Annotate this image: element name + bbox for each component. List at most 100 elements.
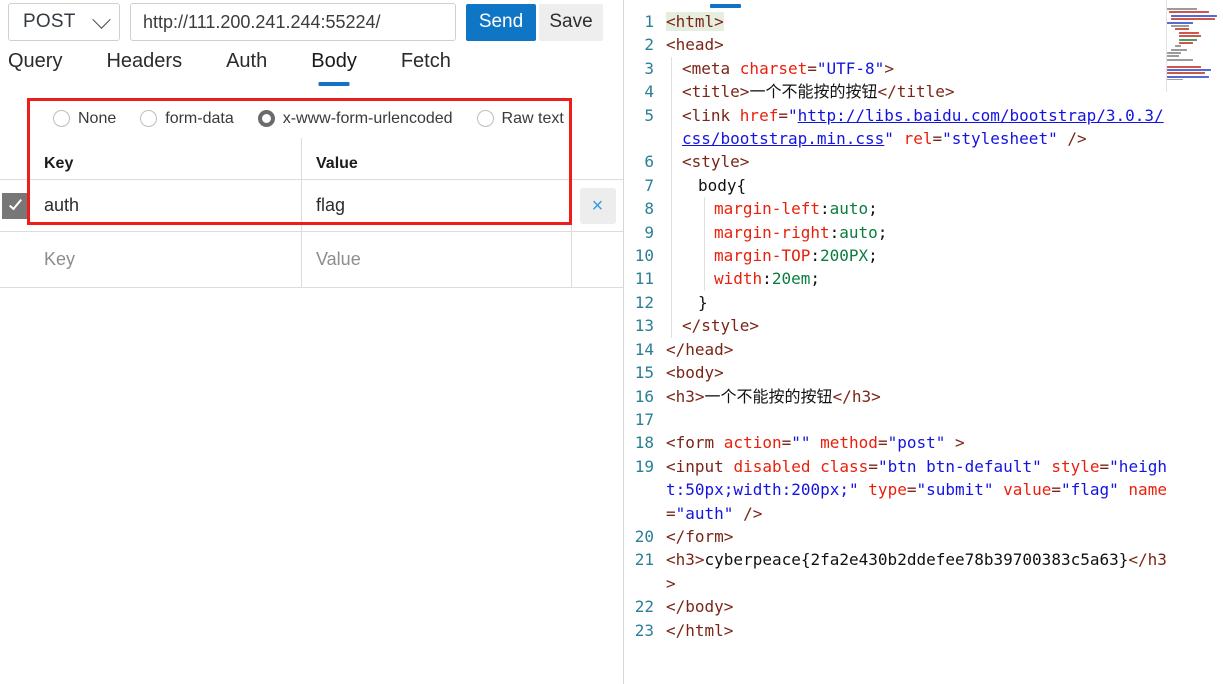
code-token: /> — [733, 503, 763, 523]
code-token: : — [829, 222, 840, 242]
body-type-none[interactable]: None — [53, 110, 116, 128]
body-type-form-data[interactable]: form-data — [140, 110, 234, 128]
code-token: <h3> — [666, 550, 705, 570]
code-token: } — [698, 292, 708, 312]
code-line-text[interactable]: body{ — [666, 173, 1169, 198]
param-value-input[interactable]: flag — [302, 180, 572, 231]
line-number: 8 — [644, 199, 654, 219]
code-token: 200PX — [819, 246, 869, 266]
code-token: : — [819, 199, 830, 219]
code-minimap[interactable] — [1167, 8, 1219, 80]
code-line: 19 <input disabled class="btn btn-default… — [624, 455, 1169, 525]
code-token: method — [820, 433, 878, 453]
line-number: 21 — [634, 550, 654, 570]
line-number: 13 — [634, 316, 654, 336]
code-token: href — [739, 105, 779, 125]
radio-icon — [53, 110, 70, 127]
chevron-down-icon — [92, 9, 111, 29]
tab-auth[interactable]: Auth — [226, 50, 267, 83]
code-line-text[interactable]: margin-TOP:200PX; — [666, 244, 1169, 268]
code-line-text[interactable]: </style> — [666, 314, 1169, 339]
new-param-key-input[interactable]: Key — [30, 232, 302, 287]
body-type-x-www-form-urlencoded[interactable]: x-www-form-urlencoded — [257, 110, 453, 128]
code-token: <html — [666, 12, 715, 31]
code-line: 23 </html> — [624, 619, 1169, 642]
code-line-text[interactable]: <style> — [666, 150, 1169, 175]
code-line-text[interactable]: <form action="" method="post" > — [666, 431, 1169, 454]
code-line-text[interactable]: </body> — [666, 595, 1169, 618]
line-number: 1 — [644, 12, 654, 31]
minimap-line — [1169, 11, 1209, 14]
save-button[interactable]: Save — [539, 3, 603, 41]
code-line: 16 <h3>一个不能按的按钮</h3> — [624, 385, 1169, 408]
code-token: body{ — [698, 175, 747, 195]
code-line-text[interactable]: <h3>一个不能按的按钮</h3> — [666, 385, 1169, 408]
code-line: 14 </head> — [624, 338, 1169, 361]
source-code-listing[interactable]: 1 <html> 2 <head> 3 <meta charset="UTF-8"> 4 <t… — [624, 10, 1169, 642]
line-number: 14 — [634, 339, 654, 359]
code-line-text[interactable]: <h3>cyberpeace{2fa2e430b2ddefee78b397003… — [666, 548, 1169, 595]
code-token: = — [781, 433, 792, 453]
check-icon — [9, 196, 22, 211]
code-line-text[interactable]: </head> — [666, 338, 1169, 361]
tab-headers[interactable]: Headers — [106, 50, 182, 83]
body-type-raw-text[interactable]: Raw text — [476, 109, 564, 128]
code-line-text[interactable]: margin-left:auto; — [666, 197, 1169, 222]
app-root: POST Send Save Query Headers Auth Body F… — [0, 0, 1223, 684]
row-check-cell — [0, 180, 30, 231]
code-line-text[interactable] — [666, 408, 1169, 431]
code-token: </style> — [682, 316, 760, 336]
code-token: rel — [903, 129, 933, 149]
code-token: disabled — [733, 456, 811, 476]
body-type-label: Raw text — [501, 109, 564, 127]
code-line-text[interactable]: <link href="http://libs.baidu.com/bootst… — [666, 103, 1169, 151]
tab-body[interactable]: Body — [311, 50, 357, 83]
param-key-input[interactable]: auth — [30, 180, 302, 231]
code-token: ; — [810, 269, 820, 289]
tab-fetch[interactable]: Fetch — [401, 50, 451, 83]
code-line-text[interactable]: } — [666, 290, 1169, 315]
code-line-text[interactable]: <head> — [666, 33, 1169, 56]
code-token: </form> — [666, 526, 734, 546]
send-button[interactable]: Send — [466, 3, 536, 41]
minimap-line — [1175, 45, 1181, 48]
minimap-line — [1179, 38, 1197, 41]
code-token: "UTF-8" — [816, 58, 885, 78]
minimap-line — [1167, 8, 1197, 10]
new-param-value-input[interactable]: Value — [302, 232, 572, 287]
minimap-line — [1171, 24, 1189, 27]
line-number: 5 — [644, 105, 654, 125]
code-line: 4 <title>一个不能按的按钮</title> — [624, 80, 1169, 105]
delete-row-button[interactable]: × — [579, 187, 616, 224]
code-line-text[interactable]: </html> — [666, 619, 1169, 642]
code-token: <input — [666, 456, 734, 476]
code-token: "submit" — [916, 480, 994, 500]
code-line-text[interactable]: width:20em; — [666, 267, 1169, 292]
tab-query[interactable]: Query — [8, 50, 62, 83]
code-line-text[interactable]: <html> — [666, 10, 1169, 33]
code-token: action — [723, 433, 782, 453]
code-line-text[interactable]: <input disabled class="btn btn-default" … — [666, 455, 1169, 525]
code-token: " — [787, 105, 798, 125]
line-number: 10 — [634, 246, 654, 266]
minimap-line — [1167, 65, 1201, 68]
code-line: 6 <style> — [624, 150, 1169, 175]
url-input[interactable] — [130, 3, 456, 41]
line-number: 7 — [644, 175, 654, 195]
code-token: 一个不能按的按钮 — [704, 386, 833, 406]
code-token: > — [945, 433, 965, 453]
http-method-select[interactable]: POST — [8, 3, 120, 41]
code-line-text[interactable]: <body> — [666, 361, 1169, 384]
line-number: 17 — [634, 409, 654, 429]
code-token: /> — [1057, 129, 1087, 149]
code-line-text[interactable]: </form> — [666, 525, 1169, 548]
table-row: auth flag × — [0, 180, 623, 232]
line-number: 16 — [634, 386, 654, 406]
code-token: <meta — [682, 58, 740, 78]
code-line-text[interactable]: <title>一个不能按的按钮</title> — [666, 80, 1169, 105]
request-tabs: Query Headers Auth Body Fetch — [8, 50, 495, 92]
code-line-text[interactable]: <meta charset="UTF-8"> — [666, 56, 1169, 81]
row-enabled-checkbox[interactable] — [2, 192, 28, 219]
code-line-text[interactable]: margin-right:auto; — [666, 220, 1169, 245]
minimap-line — [1171, 14, 1217, 17]
